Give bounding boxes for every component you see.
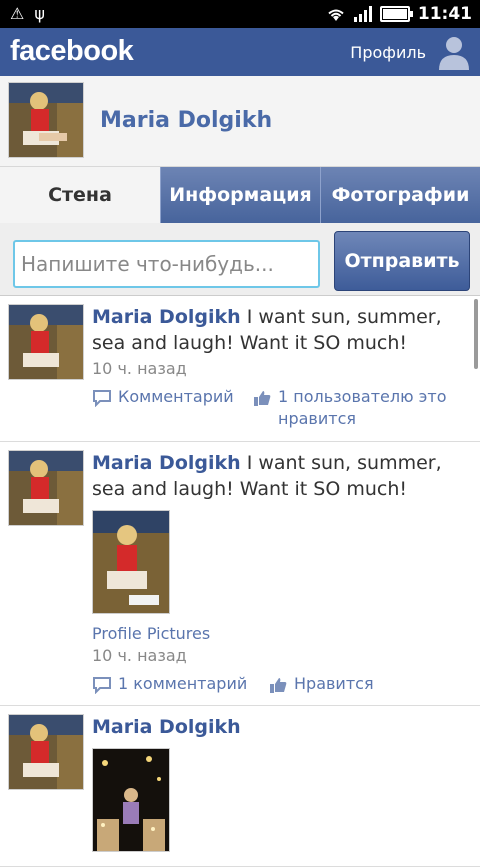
compose-bar: Отправить [0,223,480,296]
facebook-logo: facebook [10,35,134,67]
album-link[interactable]: Profile Pictures [92,624,472,643]
comment-action[interactable]: Комментарий [92,386,252,430]
status-input[interactable] [13,240,320,288]
post-author[interactable]: Maria Dolgikh [92,716,241,738]
like-action[interactable]: 1 пользователю это нравится [252,386,452,430]
warning-icon: ⚠ [10,4,35,23]
clock: 11:41 [417,4,472,24]
comment-bubble-icon [93,390,111,407]
comment-bubble-icon [93,677,111,694]
app-header: facebook Профиль [0,28,480,77]
usb-icon: ψ [34,4,55,23]
profile-name[interactable]: Maria Dolgikh [100,108,272,133]
thumbs-up-icon [254,391,271,406]
like-action[interactable]: Нравится [268,673,374,695]
tab-photos[interactable]: Фотографии [320,167,480,223]
post-avatar[interactable] [8,714,84,790]
profile-link[interactable]: Профиль [350,43,426,62]
like-label: Нравится [294,674,374,693]
profile-header: Maria Dolgikh [0,76,480,167]
wall-post: Maria Dolgikh [0,706,480,867]
notification-icons: ⚠ψ [10,4,55,23]
signal-icon [353,6,372,22]
like-label: 1 пользователю это нравится [278,387,447,428]
post-time: 10 ч. назад [92,646,187,665]
comment-label: Комментарий [118,387,234,406]
post-text: Maria Dolgikh [92,714,472,740]
post-text: Maria Dolgikh I want sun, summer, sea an… [92,304,472,356]
post-photo[interactable] [92,748,170,852]
post-author[interactable]: Maria Dolgikh [92,452,241,474]
thumbs-up-icon [270,678,287,693]
wall-post: Maria Dolgikh I want sun, summer, sea an… [0,296,480,442]
send-button[interactable]: Отправить [334,231,470,291]
post-photo[interactable] [92,510,170,614]
tab-wall[interactable]: Стена [0,167,160,223]
profile-silhouette-icon[interactable] [436,34,472,70]
post-avatar[interactable] [8,450,84,526]
profile-avatar[interactable] [8,82,84,158]
status-bar: ⚠ψ 11:41 [0,0,480,28]
battery-icon [379,6,413,22]
wall-post: Maria Dolgikh I want sun, summer, sea an… [0,442,480,706]
profile-tabs: Стена Информация Фотографии [0,167,480,223]
post-time: 10 ч. назад [92,359,187,378]
post-text: Maria Dolgikh I want sun, summer, sea an… [92,450,472,502]
tab-info[interactable]: Информация [160,167,320,223]
wall-feed: Maria Dolgikh I want sun, summer, sea an… [0,296,480,867]
scrollbar[interactable] [474,299,478,369]
post-avatar[interactable] [8,304,84,380]
comment-action[interactable]: 1 комментарий [92,673,268,695]
comment-label: 1 комментарий [118,674,248,693]
post-author[interactable]: Maria Dolgikh [92,306,241,328]
wifi-icon [328,9,344,21]
